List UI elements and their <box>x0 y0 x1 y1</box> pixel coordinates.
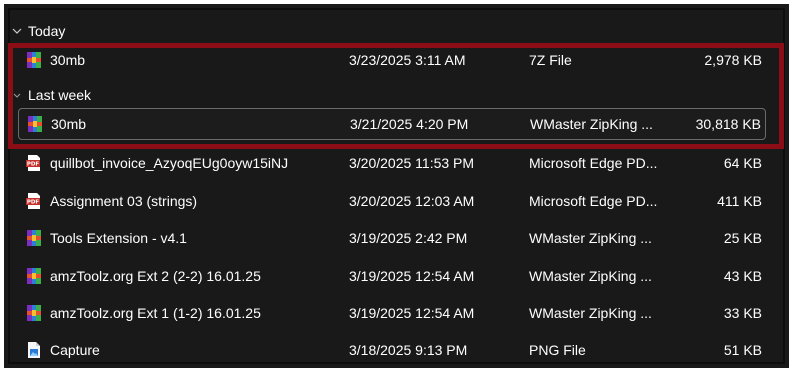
file-size: 43 KB <box>723 268 762 284</box>
file-size: 33 KB <box>723 305 762 321</box>
file-row[interactable]: amzToolz.org Ext 2 (2-2) 16.01.25 3/19/2… <box>18 260 766 292</box>
file-name: Capture <box>50 342 100 358</box>
file-name: amzToolz.org Ext 1 (1-2) 16.01.25 <box>50 305 261 321</box>
file-explorer-pane: Today 30mb 3/23/2025 3:11 AM 7Z File 2,9… <box>0 0 793 372</box>
file-type: PNG File <box>529 342 586 358</box>
file-row-selected[interactable]: 30mb 3/21/2025 4:20 PM WMaster ZipKing .… <box>18 108 766 140</box>
chevron-down-icon[interactable] <box>10 24 24 38</box>
archive-icon <box>25 222 43 254</box>
archive-icon <box>26 109 44 139</box>
group-label-last-week: Last week <box>28 87 92 103</box>
file-type: 7Z File <box>529 52 572 68</box>
file-type: WMaster ZipKing ... <box>530 116 653 132</box>
chevron-down-icon[interactable] <box>10 88 24 102</box>
pdf-icon: PDF <box>25 185 43 217</box>
image-file-icon <box>25 334 43 366</box>
group-label-today: Today <box>28 23 66 39</box>
file-size: 30,818 KB <box>695 116 761 132</box>
file-name: quillbot_invoice_AzyoqEUg0oyw15iNJ <box>50 155 289 171</box>
file-date: 3/19/2025 12:54 AM <box>349 305 475 321</box>
file-size: 2,978 KB <box>704 52 762 68</box>
archive-icon <box>25 297 43 329</box>
file-row[interactable]: 30mb 3/23/2025 3:11 AM 7Z File 2,978 KB <box>18 44 766 76</box>
group-header-last-week[interactable]: Last week <box>10 84 91 106</box>
file-date: 3/23/2025 3:11 AM <box>349 52 466 68</box>
file-row[interactable]: Capture 3/18/2025 9:13 PM PNG File 51 KB <box>18 334 766 366</box>
file-row[interactable]: PDF Assignment 03 (strings) 3/20/2025 12… <box>18 185 766 217</box>
file-date: 3/19/2025 12:54 AM <box>349 268 475 284</box>
file-date: 3/18/2025 9:13 PM <box>349 342 468 358</box>
file-date: 3/19/2025 2:42 PM <box>349 230 468 246</box>
file-date: 3/20/2025 11:53 PM <box>349 155 475 171</box>
pdf-icon: PDF <box>25 147 43 179</box>
archive-icon <box>25 260 43 292</box>
file-size: 25 KB <box>723 230 762 246</box>
file-type: Microsoft Edge PD... <box>529 193 658 209</box>
file-type: WMaster ZipKing ... <box>529 230 652 246</box>
file-name: amzToolz.org Ext 2 (2-2) 16.01.25 <box>50 268 261 284</box>
svg-text:PDF: PDF <box>27 162 40 168</box>
file-date: 3/20/2025 12:03 AM <box>349 193 475 209</box>
file-date: 3/21/2025 4:20 PM <box>350 116 469 132</box>
file-type: Microsoft Edge PD... <box>529 155 658 171</box>
file-row[interactable]: amzToolz.org Ext 1 (1-2) 16.01.25 3/19/2… <box>18 297 766 329</box>
archive-icon <box>25 44 43 76</box>
file-name: Assignment 03 (strings) <box>50 193 198 209</box>
svg-text:PDF: PDF <box>27 200 40 206</box>
file-size: 51 KB <box>723 342 762 358</box>
file-size: 64 KB <box>723 155 762 171</box>
file-name: 30mb <box>50 52 86 68</box>
file-type: WMaster ZipKing ... <box>529 305 652 321</box>
group-header-today[interactable]: Today <box>10 20 65 42</box>
file-name: 30mb <box>51 116 87 132</box>
file-size: 411 KB <box>717 193 762 209</box>
file-row[interactable]: Tools Extension - v4.1 3/19/2025 2:42 PM… <box>18 222 766 254</box>
file-name: Tools Extension - v4.1 <box>50 230 187 246</box>
file-type: WMaster ZipKing ... <box>529 268 652 284</box>
file-row[interactable]: PDF quillbot_invoice_AzyoqEUg0oyw15iNJ 3… <box>18 147 766 179</box>
